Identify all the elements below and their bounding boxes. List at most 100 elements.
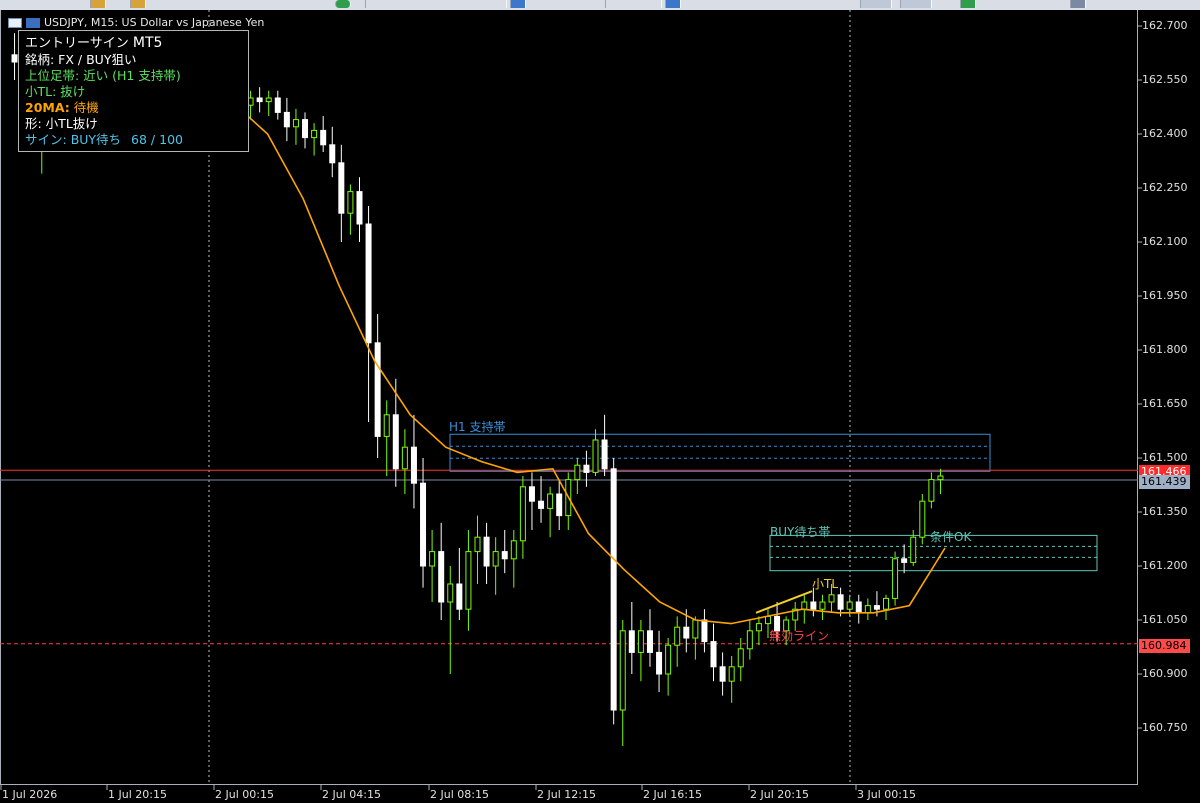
candle-body	[583, 464, 590, 473]
candle-body	[447, 583, 454, 603]
panel-title-text: エントリーサイン	[25, 36, 129, 51]
candle-body	[410, 446, 417, 484]
chart-type-icon	[26, 17, 40, 28]
candle-body	[646, 630, 653, 653]
candle-body	[329, 144, 336, 164]
candle-body	[292, 119, 299, 128]
x-tick-label: 2 Jul 00:15	[215, 788, 274, 801]
candle-body	[356, 191, 363, 225]
x-tick-label: 2 Jul 12:15	[537, 788, 596, 801]
invalid-price-tag: 160.984	[1139, 639, 1190, 653]
candle-body	[846, 601, 853, 610]
candle-body	[538, 500, 545, 509]
candle-body	[637, 630, 644, 653]
panel-title: エントリーサイン MT5	[25, 35, 248, 52]
x-tick-label: 2 Jul 16:15	[643, 788, 702, 801]
y-tick-label: 161.200	[1142, 559, 1188, 572]
candle-body	[383, 414, 390, 437]
y-tick-label: 161.650	[1142, 397, 1188, 410]
candle-body	[556, 493, 563, 517]
x-tick-label: 2 Jul 04:15	[322, 788, 381, 801]
candle-body	[347, 191, 354, 214]
candle-body	[882, 597, 889, 610]
invalid-line-label: 無効ライン	[769, 629, 830, 643]
entry-sign-panel: エントリーサイン MT5 銘柄: FX / BUY狙い 上位足帯: 近い (H1…	[18, 30, 249, 152]
last-price-tag: 161.439	[1139, 475, 1190, 489]
candle-body	[728, 666, 735, 682]
candle-body	[873, 605, 880, 610]
candle-body	[320, 129, 327, 146]
candle-body	[392, 414, 399, 470]
candle-body	[429, 551, 436, 567]
x-tick-label: 2 Jul 20:15	[750, 788, 809, 801]
y-tick-label: 161.950	[1142, 289, 1188, 302]
candle-body	[665, 644, 672, 675]
candle-body	[492, 551, 499, 567]
symbol-header: USDJPY, M15: US Dollar vs Japanese Yen	[8, 16, 264, 29]
candle-body	[11, 54, 18, 63]
candle-body	[483, 536, 490, 567]
symbol-title: USDJPY, M15: US Dollar vs Japanese Yen	[44, 16, 265, 29]
candle-body	[574, 464, 581, 481]
y-tick-label: 162.550	[1142, 73, 1188, 86]
candle-body	[910, 536, 917, 563]
small-tl-label: 小TL	[812, 577, 839, 591]
candle-body	[420, 482, 427, 567]
panel-ma20: 20MA: 待機	[25, 100, 248, 116]
panel-sign-value: BUY待ち	[66, 132, 122, 147]
buy-zone-label: BUY待ち帯	[770, 525, 831, 539]
candle-body	[456, 583, 463, 610]
y-tick-label: 162.100	[1142, 235, 1188, 248]
y-tick-label: 161.050	[1142, 613, 1188, 626]
candle-body	[892, 558, 899, 599]
panel-sign-label: サイン:	[25, 132, 67, 147]
candle-body	[937, 475, 944, 481]
candle-body	[365, 223, 372, 344]
candle-body	[755, 623, 762, 632]
candle-body	[864, 605, 871, 614]
panel-small-tl: 小TL: 抜け	[25, 84, 86, 99]
h1-support-zone	[449, 433, 991, 472]
candle-body	[547, 493, 554, 509]
candle-body	[465, 551, 472, 610]
candle-body	[737, 648, 744, 668]
candle-body	[692, 619, 699, 639]
chart-window-icon	[8, 17, 22, 28]
candle-body	[265, 97, 272, 103]
y-tick-label: 160.750	[1142, 721, 1188, 734]
candle-body	[701, 619, 708, 643]
candle-body	[338, 162, 345, 214]
candle-body	[819, 601, 826, 610]
h1-zone-label: H1 支持帯	[449, 420, 506, 434]
candle-body	[274, 97, 281, 113]
candle-body	[519, 486, 526, 542]
x-tick-label: 3 Jul 00:15	[857, 788, 916, 801]
candle-body	[501, 551, 508, 560]
y-tick-label: 160.900	[1142, 667, 1188, 680]
y-tick-label: 162.250	[1142, 181, 1188, 194]
candle-body	[601, 439, 608, 470]
x-tick-label: 2 Jul 08:15	[430, 788, 489, 801]
y-tick-label: 161.500	[1142, 451, 1188, 464]
x-tick-label: 1 Jul 20:15	[108, 788, 167, 801]
candle-body	[855, 601, 862, 614]
candle-body	[592, 439, 599, 473]
candle-body	[810, 601, 817, 610]
x-tick-label: 1 Jul 2026	[2, 788, 58, 801]
condition-ok-label: 条件OK	[930, 530, 972, 544]
candle-body	[656, 651, 663, 675]
candle-body	[764, 615, 771, 625]
candle-body	[719, 666, 726, 682]
panel-sign: サイン: BUY待ち 68 / 100	[25, 132, 248, 148]
candle-body	[311, 129, 318, 139]
candle-body	[438, 551, 445, 603]
panel-score: 68 / 100	[131, 132, 183, 147]
candle-body	[837, 594, 844, 610]
candle-body	[401, 446, 408, 470]
candle-body	[746, 630, 753, 650]
y-tick-label: 161.350	[1142, 505, 1188, 518]
y-tick-label: 162.700	[1142, 19, 1188, 32]
candle-body	[619, 630, 626, 711]
candle-body	[919, 500, 926, 538]
panel-ma20-label: 20MA:	[25, 100, 70, 115]
